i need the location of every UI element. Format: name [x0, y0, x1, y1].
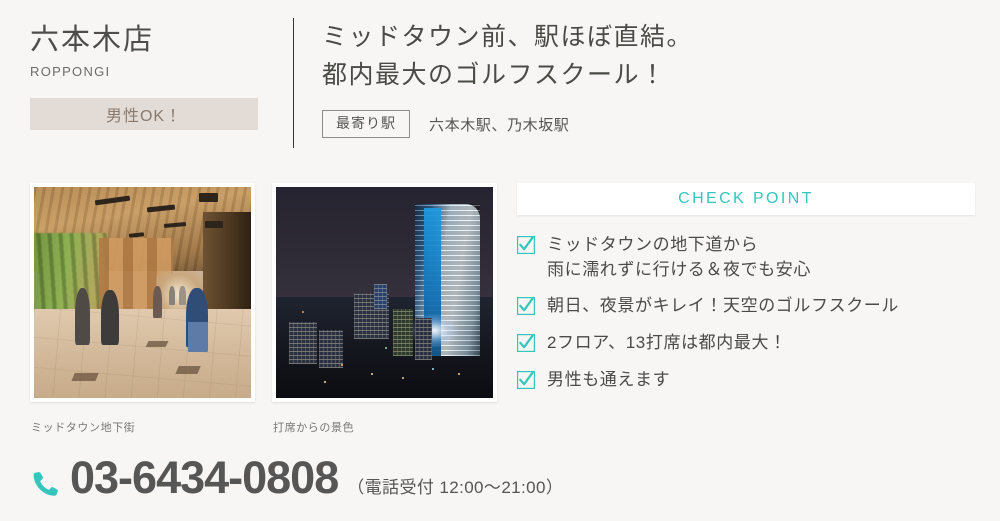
corridor-artwork [34, 187, 251, 398]
check-point-header: CHECK POINT [517, 183, 975, 215]
phone-hours: （電話受付 12:00〜21:00） [347, 478, 564, 497]
status-badge: 男性OK！ [30, 98, 258, 131]
check-point-list: ミッドタウンの地下道から 雨に濡れずに行ける＆夜でも安心 朝日、夜景がキレイ！天… [517, 233, 975, 392]
store-headline-block: ミッドタウン前、駅ほぼ直結。 都内最大のゴルフスクール！ 最寄り駅 六本木駅、乃… [322, 18, 694, 139]
store-identity: 六本木店 ROPPONGI 男性OK！ [30, 24, 280, 131]
status-badge-label: 男性OK！ [105, 108, 183, 126]
night-skyline-artwork [276, 187, 493, 398]
photo-2-caption: 打席からの景色 [273, 422, 355, 434]
photo-midtown-underground [30, 183, 255, 402]
phone-number[interactable]: 03-6434-0808 [70, 455, 339, 500]
list-item: 朝日、夜景がキレイ！天空のゴルフスクール [517, 294, 975, 319]
store-header: 六本木店 ROPPONGI 男性OK！ ミッドタウン前、駅ほぼ直結。 都内最大の… [0, 0, 1000, 166]
page-title: 六本木店 [30, 24, 155, 56]
list-item-label: 朝日、夜景がキレイ！天空のゴルフスクール [547, 296, 899, 316]
list-item-label: 男性も通えます [547, 369, 671, 389]
check-point-title: CHECK POINT [678, 190, 814, 207]
nearest-station-label: 最寄り駅 [322, 110, 410, 139]
photo-2-image [276, 187, 493, 398]
list-item: ミッドタウンの地下道から 雨に濡れずに行ける＆夜でも安心 [517, 233, 975, 282]
photo-1-image [34, 187, 251, 398]
check-icon [517, 297, 535, 316]
store-name-english: ROPPONGI [30, 64, 111, 80]
headline-line-1: ミッドタウン前、駅ほぼ直結。 [322, 23, 694, 51]
check-icon [517, 333, 535, 352]
check-icon [517, 236, 535, 254]
check-point-panel: CHECK POINT ミッドタウンの地下道から 雨に濡れずに行ける＆夜でも安心… [517, 183, 975, 404]
list-item-label: 2フロア、13打席は都内最大！ [547, 332, 787, 352]
phone-icon [30, 469, 60, 499]
headline-line-2: 都内最大のゴルフスクール！ [322, 61, 667, 89]
photo-view-from-bay [272, 183, 497, 402]
check-icon [517, 370, 535, 389]
contact-phone-row[interactable]: 03-6434-0808 （電話受付 12:00〜21:00） [30, 455, 563, 500]
list-item: 男性も通えます [517, 368, 975, 393]
nearest-station-names: 六本木駅、乃木坂駅 [429, 116, 570, 134]
header-divider [293, 18, 294, 148]
photo-1-caption: ミッドタウン地下街 [31, 422, 136, 434]
list-item-label: ミッドタウンの地下道から 雨に濡れずに行ける＆夜でも安心 [547, 235, 811, 279]
list-item: 2フロア、13打席は都内最大！ [517, 331, 975, 356]
nearest-station-row: 最寄り駅 六本木駅、乃木坂駅 [322, 110, 693, 139]
